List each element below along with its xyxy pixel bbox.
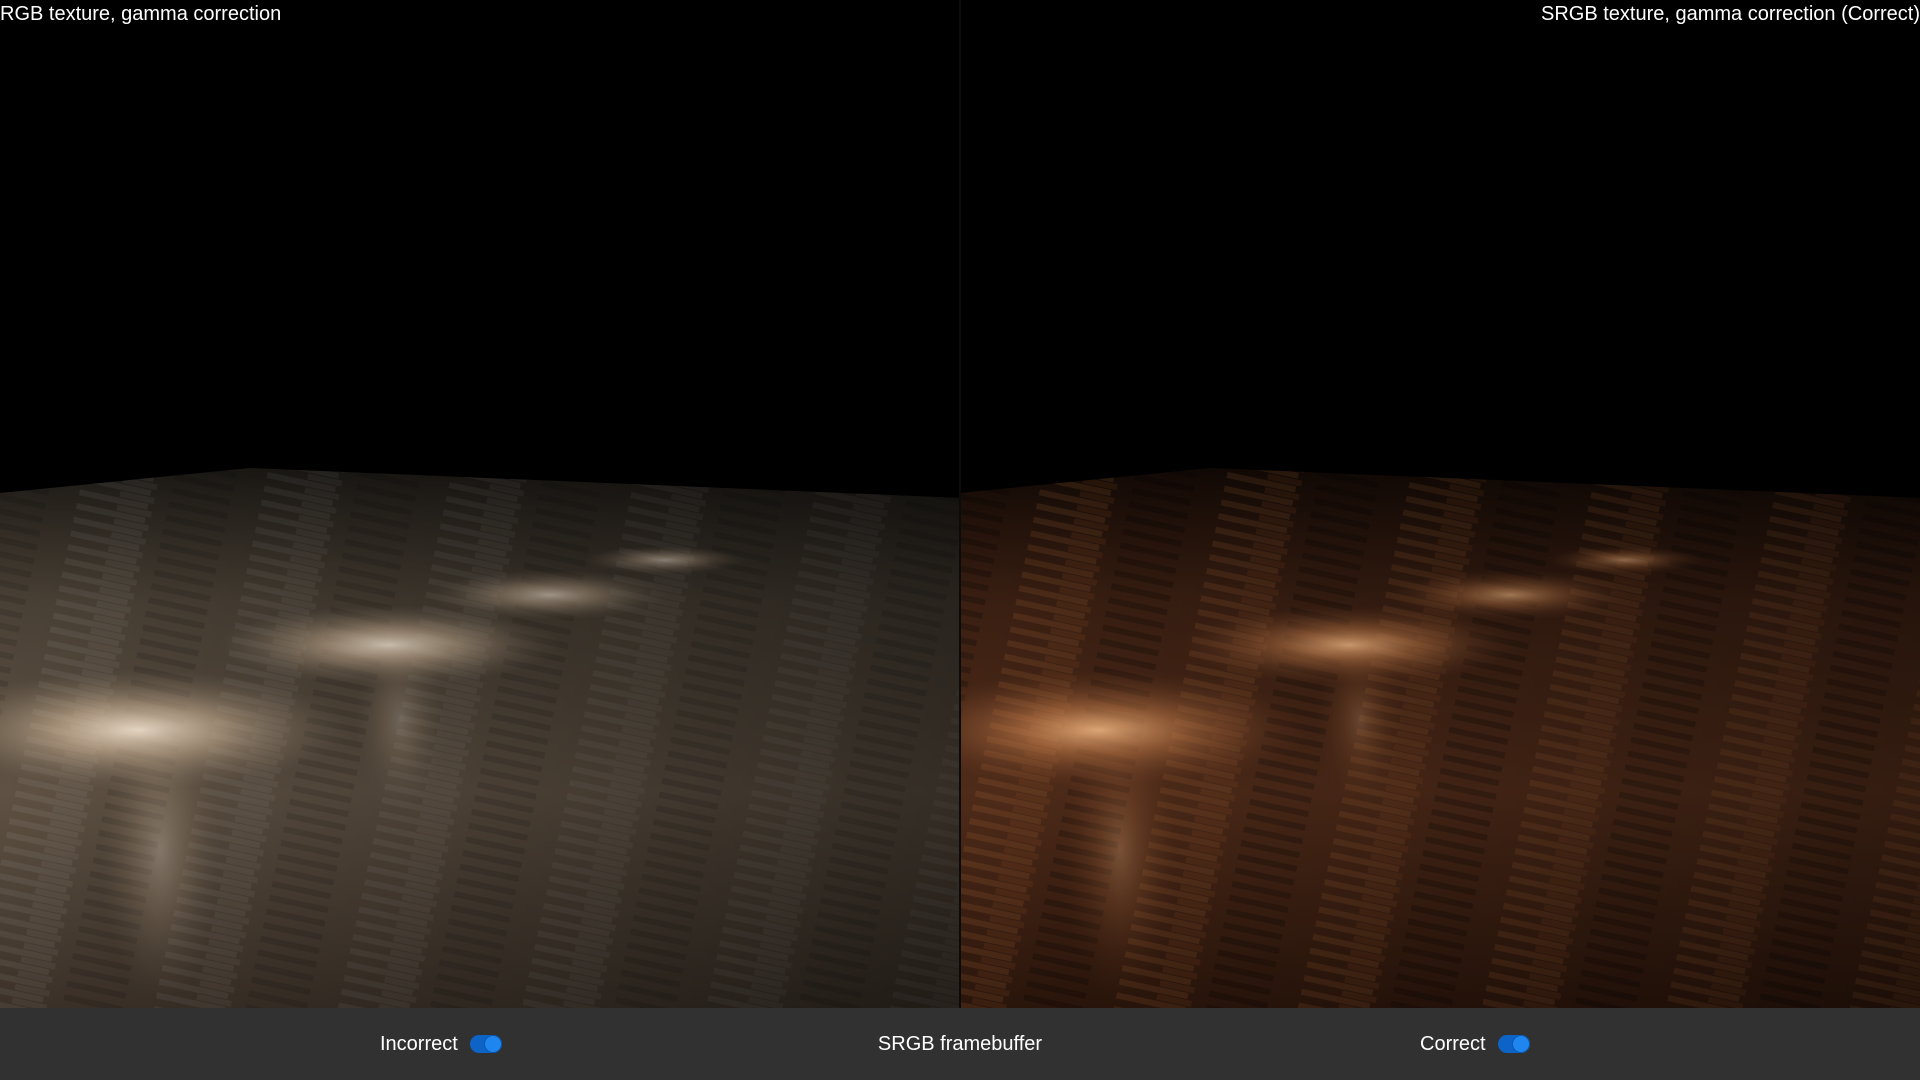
right-floor-render [960, 468, 1920, 1008]
incorrect-toggle-label: Incorrect [380, 1032, 458, 1055]
app-window: RGB texture, gamma correction SRGB textu… [0, 0, 1920, 1080]
bottom-control-bar: SRGB framebuffer Incorrect Correct [0, 1008, 1920, 1080]
correct-toggle-switch[interactable] [1497, 1035, 1530, 1053]
incorrect-toggle-knob [484, 1036, 501, 1052]
framebuffer-label: SRGB framebuffer [877, 1032, 1043, 1055]
correct-toggle-label: Correct [1420, 1032, 1486, 1055]
viewport-divider [959, 0, 961, 1008]
left-viewport[interactable] [0, 0, 960, 1008]
correct-toggle-group: Correct [1420, 1008, 1530, 1080]
correct-toggle-knob [1512, 1036, 1529, 1052]
incorrect-toggle-switch[interactable] [469, 1035, 502, 1053]
left-floor-render [0, 468, 960, 1008]
left-viewport-title: RGB texture, gamma correction [0, 3, 282, 25]
incorrect-toggle-group: Incorrect [380, 1008, 502, 1080]
right-viewport-title: SRGB texture, gamma correction (Correct) [1541, 3, 1920, 25]
right-viewport[interactable] [960, 0, 1920, 1008]
